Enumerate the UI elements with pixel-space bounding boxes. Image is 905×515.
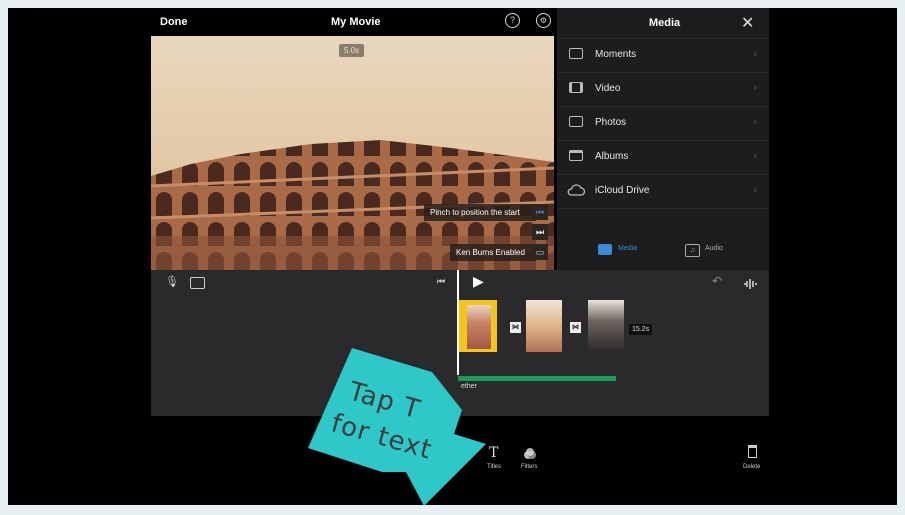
media-item-label: Moments bbox=[595, 49, 637, 60]
media-item-label: Albums bbox=[595, 151, 629, 162]
pinch-tip: Pinch to position the start bbox=[424, 204, 536, 221]
start-position-icon[interactable]: ⏮ bbox=[532, 204, 548, 220]
camera-icon[interactable] bbox=[190, 277, 205, 289]
chevron-right-icon: › bbox=[753, 48, 757, 60]
ken-burns-label: Ken Burns Enabled bbox=[450, 244, 536, 261]
moments-icon bbox=[569, 48, 583, 59]
cloud-icon bbox=[567, 184, 585, 196]
media-item-label: Photos bbox=[595, 117, 627, 128]
timeline-clip[interactable] bbox=[588, 300, 624, 352]
media-item-moments[interactable]: Moments › bbox=[557, 38, 769, 73]
media-item-albums[interactable]: Albums › bbox=[557, 140, 769, 175]
project-title: My Movie bbox=[331, 16, 381, 28]
chevron-right-icon: › bbox=[753, 150, 757, 162]
help-icon[interactable]: ? bbox=[505, 13, 520, 28]
media-item-video[interactable]: Video › bbox=[557, 72, 769, 107]
settings-icon[interactable]: ⚙ bbox=[536, 13, 551, 28]
music-note-icon: ♫ bbox=[685, 244, 700, 257]
duration-badge: 5.0s bbox=[339, 44, 365, 57]
end-position-icon[interactable]: ⏭ bbox=[532, 224, 548, 240]
media-item-photos[interactable]: Photos › bbox=[557, 106, 769, 141]
undo-icon[interactable]: ↶ bbox=[712, 274, 722, 288]
chevron-right-icon: › bbox=[753, 82, 757, 94]
ken-burns-icon[interactable]: ▭ bbox=[532, 244, 548, 260]
chevron-right-icon: › bbox=[753, 116, 757, 128]
tab-media-label: Media bbox=[618, 245, 638, 252]
film-icon bbox=[569, 82, 583, 93]
skip-to-start-icon[interactable]: ⏮ bbox=[437, 276, 445, 287]
timeline-clip-selected[interactable] bbox=[459, 300, 497, 352]
done-button[interactable]: Done bbox=[160, 16, 188, 28]
filters-icon[interactable] bbox=[524, 447, 536, 459]
filters-label[interactable]: Filters bbox=[521, 464, 537, 470]
timeline-clip[interactable] bbox=[526, 300, 562, 352]
media-panel: Media ✕ Moments › Video › Photos › Album… bbox=[557, 8, 769, 270]
photo-icon bbox=[569, 116, 583, 127]
chevron-right-icon: › bbox=[753, 184, 757, 196]
tab-audio[interactable]: ♫ Audio bbox=[685, 242, 745, 258]
clip-thumbnail bbox=[467, 305, 491, 349]
transition-icon[interactable]: ⋈ bbox=[510, 322, 521, 333]
delete-label[interactable]: Delete bbox=[743, 464, 760, 470]
trash-icon[interactable] bbox=[748, 445, 757, 458]
tab-media[interactable]: Media bbox=[598, 242, 658, 258]
microphone-icon[interactable]: 🎙 bbox=[165, 275, 179, 288]
colosseum-image bbox=[151, 140, 554, 270]
media-panel-title: Media bbox=[649, 17, 681, 29]
album-icon bbox=[569, 150, 583, 161]
imovie-app: Done My Movie ? ⚙ 5.0s Pinch to position… bbox=[8, 8, 897, 505]
total-duration-badge: 15.2s bbox=[629, 324, 653, 335]
media-tab-icon bbox=[598, 244, 612, 255]
video-preview[interactable]: 5.0s Pinch to position the start ⏮ ⏭ Ken… bbox=[151, 36, 554, 270]
media-item-label: Video bbox=[595, 83, 621, 94]
play-button[interactable]: ▶ bbox=[473, 273, 484, 290]
transition-icon[interactable]: ⋈ bbox=[570, 322, 581, 333]
audio-waveform-icon[interactable] bbox=[743, 276, 759, 289]
media-item-label: iCloud Drive bbox=[595, 185, 650, 196]
media-item-icloud-drive[interactable]: iCloud Drive › bbox=[557, 174, 769, 209]
close-icon[interactable]: ✕ bbox=[741, 13, 754, 33]
tab-audio-label: Audio bbox=[705, 245, 723, 252]
